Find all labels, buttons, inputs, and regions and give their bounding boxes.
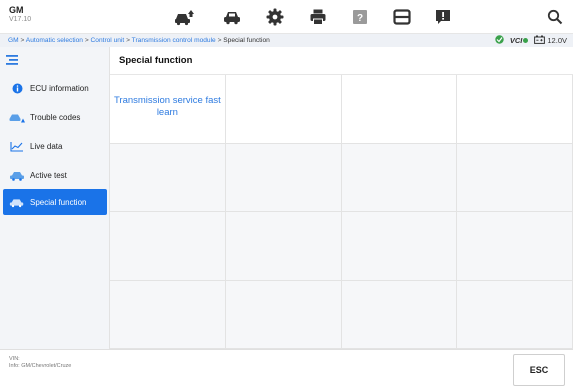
- sidebar-item-special-function[interactable]: Special function: [3, 189, 107, 215]
- empty-tile: [110, 212, 226, 281]
- breadcrumb-item[interactable]: Automatic selection: [26, 37, 83, 44]
- gear-icon[interactable]: [264, 6, 286, 28]
- empty-tile: [225, 143, 342, 212]
- function-tile-transmission-service-fast-learn[interactable]: Transmission service fast learn: [110, 75, 226, 144]
- print-icon[interactable]: [307, 6, 329, 28]
- car-home-icon[interactable]: [173, 6, 195, 28]
- empty-tile: [110, 143, 226, 212]
- brand-name: GM: [9, 5, 24, 15]
- function-grid: Transmission service fast learn: [110, 75, 573, 349]
- window-icon[interactable]: [391, 6, 413, 28]
- sidebar-item-ecu-information[interactable]: ECU information: [3, 75, 107, 101]
- connection-icon: [495, 35, 504, 46]
- empty-tile: [457, 75, 573, 144]
- breadcrumb-current: Special function: [223, 37, 270, 44]
- status-area: VCI 12.0V: [495, 34, 567, 47]
- breadcrumb-item[interactable]: GM: [8, 37, 19, 44]
- vci-label: VCI: [509, 36, 523, 45]
- vci-status-dot: [523, 38, 529, 43]
- breadcrumb-item[interactable]: Transmission control module: [132, 37, 216, 44]
- help-icon[interactable]: ?: [349, 6, 371, 28]
- voltage-value: 12.0V: [547, 36, 567, 45]
- vci-indicator: VCI: [510, 36, 529, 45]
- brand: GM V17.10: [9, 5, 31, 25]
- sidebar-item-label: ECU information: [30, 83, 89, 93]
- empty-tile: [341, 143, 458, 212]
- empty-tile: [225, 212, 342, 281]
- car-icon[interactable]: [221, 6, 243, 28]
- vin-label: VIN:: [9, 356, 20, 362]
- page-title: Special function: [110, 47, 573, 75]
- vehicle-info: Info: GM/Chevrolet/Cruze: [9, 363, 72, 369]
- breadcrumb-bar: GM > Automatic selection > Control unit …: [0, 34, 573, 47]
- function-tile-label: Transmission service fast learn: [113, 95, 221, 118]
- battery-voltage: 12.0V: [534, 35, 567, 46]
- breadcrumb-item[interactable]: Control unit: [91, 37, 125, 44]
- info-icon: [9, 82, 25, 94]
- search-icon[interactable]: [544, 6, 566, 28]
- sidebar-item-label: Special function: [30, 197, 87, 207]
- sidebar-item-label: Live data: [30, 141, 63, 151]
- sidebar-item-label: Active test: [30, 170, 67, 180]
- battery-icon: [534, 35, 546, 46]
- empty-tile: [341, 75, 458, 144]
- sidebar-item-active-test[interactable]: Active test: [3, 162, 107, 188]
- sidebar: ECU information Trouble codes Live data: [0, 47, 110, 349]
- footer: VIN: Info: GM/Chevrolet/Cruze ESC: [0, 349, 573, 390]
- empty-tile: [341, 212, 458, 281]
- sidebar-item-trouble-codes[interactable]: Trouble codes: [3, 104, 107, 130]
- menu-toggle-icon[interactable]: [6, 53, 20, 65]
- main-panel: Special function Transmission service fa…: [110, 47, 573, 349]
- car-special-icon: [9, 196, 25, 208]
- empty-tile: [110, 280, 226, 349]
- sidebar-item-label: Trouble codes: [30, 112, 81, 122]
- car-warning-icon: [9, 111, 25, 123]
- empty-tile: [457, 143, 573, 212]
- sidebar-item-live-data[interactable]: Live data: [3, 133, 107, 159]
- empty-tile: [457, 212, 573, 281]
- empty-tile: [457, 280, 573, 349]
- empty-tile: [341, 280, 458, 349]
- feedback-icon[interactable]: [432, 6, 454, 28]
- empty-tile: [225, 280, 342, 349]
- car-test-icon: [9, 169, 25, 181]
- breadcrumb: GM > Automatic selection > Control unit …: [8, 34, 270, 47]
- esc-button[interactable]: ESC: [513, 354, 565, 386]
- line-chart-icon: [9, 140, 25, 152]
- version-label: V17.10: [9, 16, 32, 23]
- empty-tile: [225, 75, 342, 144]
- top-bar: GM V17.10 ?: [0, 0, 573, 34]
- svg-text:?: ?: [357, 13, 363, 24]
